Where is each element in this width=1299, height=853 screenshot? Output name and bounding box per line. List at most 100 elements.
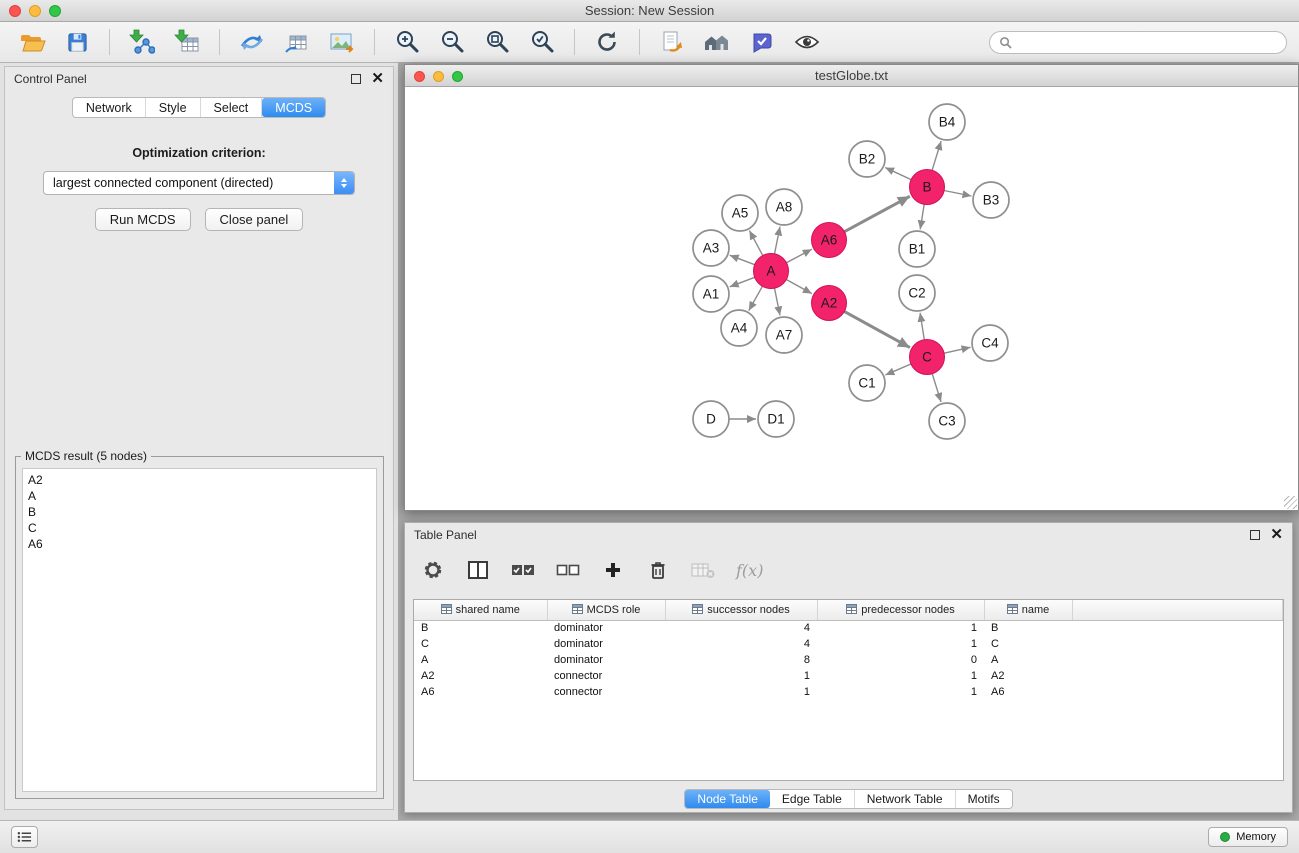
column-header-predecessor-nodes[interactable]: predecessor nodes [817, 600, 984, 620]
float-table-panel-icon[interactable] [1250, 530, 1260, 540]
network-maximize-button[interactable] [452, 71, 463, 82]
table-settings-button[interactable] [421, 558, 445, 582]
mcds-result-item[interactable]: C [28, 520, 371, 536]
tab-network-table[interactable]: Network Table [855, 790, 956, 808]
import-network-url-button[interactable] [232, 25, 272, 59]
open-session-button[interactable] [652, 25, 692, 59]
task-history-button[interactable] [11, 826, 38, 848]
network-node-A6[interactable]: A6 [812, 223, 847, 258]
resize-handle[interactable] [1284, 496, 1297, 509]
column-header-name[interactable]: name [984, 600, 1072, 620]
network-node-B1[interactable]: B1 [899, 231, 935, 267]
select-all-columns-button[interactable] [511, 558, 535, 582]
close-table-panel-icon[interactable]: ✕ [1270, 530, 1283, 540]
table-cell[interactable]: C [414, 636, 547, 652]
import-network-file-button[interactable] [122, 25, 162, 59]
tab-style[interactable]: Style [146, 98, 201, 117]
tab-node-table[interactable]: Node Table [685, 790, 770, 808]
home-button[interactable] [697, 25, 737, 59]
network-edge-A-A7[interactable] [775, 288, 781, 315]
function-builder-button[interactable]: f(x) [736, 561, 763, 580]
network-edge-A-A8[interactable] [775, 227, 781, 254]
close-panel-icon[interactable]: ✕ [371, 74, 384, 84]
network-edge-A2-C[interactable] [844, 311, 910, 347]
column-header-shared-name[interactable]: shared name [414, 600, 547, 620]
table-cell[interactable]: A6 [984, 684, 1072, 700]
column-header-successor-nodes[interactable]: successor nodes [665, 600, 817, 620]
table-cell[interactable]: connector [547, 668, 665, 684]
network-node-C[interactable]: C [910, 340, 945, 375]
tab-edge-table[interactable]: Edge Table [770, 790, 855, 808]
create-column-button[interactable] [601, 558, 625, 582]
zoom-fit-button[interactable] [477, 25, 517, 59]
run-mcds-button[interactable]: Run MCDS [95, 208, 191, 231]
table-cell[interactable]: A2 [414, 668, 547, 684]
network-node-A4[interactable]: A4 [721, 310, 757, 346]
network-edge-A-A1[interactable] [730, 277, 755, 287]
network-window-titlebar[interactable]: testGlobe.txt [405, 65, 1298, 87]
network-minimize-button[interactable] [433, 71, 444, 82]
float-panel-icon[interactable] [351, 74, 361, 84]
network-edge-A-A4[interactable] [749, 286, 763, 310]
network-node-C4[interactable]: C4 [972, 325, 1008, 361]
network-node-A8[interactable]: A8 [766, 189, 802, 225]
close-panel-button[interactable]: Close panel [205, 208, 304, 231]
column-header-MCDS-role[interactable]: MCDS role [547, 600, 665, 620]
table-cell[interactable]: dominator [547, 652, 665, 668]
zoom-out-button[interactable] [432, 25, 472, 59]
network-edge-C-C2[interactable] [920, 313, 924, 340]
deselect-all-columns-button[interactable] [556, 558, 580, 582]
table-cell[interactable]: dominator [547, 636, 665, 652]
table-cell[interactable]: 1 [817, 636, 984, 652]
import-table-file-button[interactable] [167, 25, 207, 59]
network-edge-B-B3[interactable] [944, 191, 971, 197]
apply-style-button[interactable] [742, 25, 782, 59]
maximize-window-button[interactable] [49, 5, 61, 17]
table-row[interactable]: A2connector11A2 [414, 668, 1283, 684]
tab-select[interactable]: Select [201, 98, 263, 117]
network-edge-A6-B[interactable] [844, 196, 909, 231]
mcds-result-item[interactable]: A2 [28, 472, 371, 488]
memory-button[interactable]: Memory [1208, 827, 1288, 847]
network-edge-C-C3[interactable] [932, 374, 941, 402]
table-cell[interactable]: 1 [817, 668, 984, 684]
save-session-button[interactable] [57, 25, 97, 59]
minimize-window-button[interactable] [29, 5, 41, 17]
table-row[interactable]: Cdominator41C [414, 636, 1283, 652]
network-node-A3[interactable]: A3 [693, 230, 729, 266]
tab-mcds[interactable]: MCDS [262, 98, 325, 117]
network-node-D[interactable]: D [693, 401, 729, 437]
network-node-B[interactable]: B [910, 170, 945, 205]
mcds-result-item[interactable]: B [28, 504, 371, 520]
table-cell[interactable]: 4 [665, 636, 817, 652]
network-edge-B-B2[interactable] [885, 168, 911, 180]
network-edge-C-C4[interactable] [944, 347, 970, 353]
table-cell[interactable]: connector [547, 684, 665, 700]
network-node-D1[interactable]: D1 [758, 401, 794, 437]
table-row[interactable]: Bdominator41B [414, 620, 1283, 636]
table-cell[interactable]: A6 [414, 684, 547, 700]
table-row[interactable]: Adominator80A [414, 652, 1283, 668]
network-node-A5[interactable]: A5 [722, 195, 758, 231]
delete-column-button[interactable] [646, 558, 670, 582]
show-graphics-details-button[interactable] [787, 25, 827, 59]
network-node-A2[interactable]: A2 [812, 286, 847, 321]
import-table-url-button[interactable] [277, 25, 317, 59]
table-row[interactable]: A6connector11A6 [414, 684, 1283, 700]
network-node-B4[interactable]: B4 [929, 104, 965, 140]
network-edge-B-B1[interactable] [920, 204, 924, 229]
export-image-button[interactable] [322, 25, 362, 59]
table-cell[interactable]: 0 [817, 652, 984, 668]
network-node-C1[interactable]: C1 [849, 365, 885, 401]
delete-table-button[interactable] [691, 558, 715, 582]
network-edge-A-A5[interactable] [749, 231, 762, 256]
network-canvas[interactable]: B4B2BB3A5A8A6B1A3AC2A1A2A4A7C4CC1C3DD1 [405, 88, 1298, 510]
table-cell[interactable]: A2 [984, 668, 1072, 684]
table-cell[interactable]: B [984, 620, 1072, 636]
mcds-result-item[interactable]: A6 [28, 536, 371, 552]
tab-network[interactable]: Network [73, 98, 146, 117]
network-edge-A-A6[interactable] [786, 249, 811, 263]
mcds-result-item[interactable]: A [28, 488, 371, 504]
close-window-button[interactable] [9, 5, 21, 17]
table-cell[interactable]: 1 [817, 620, 984, 636]
